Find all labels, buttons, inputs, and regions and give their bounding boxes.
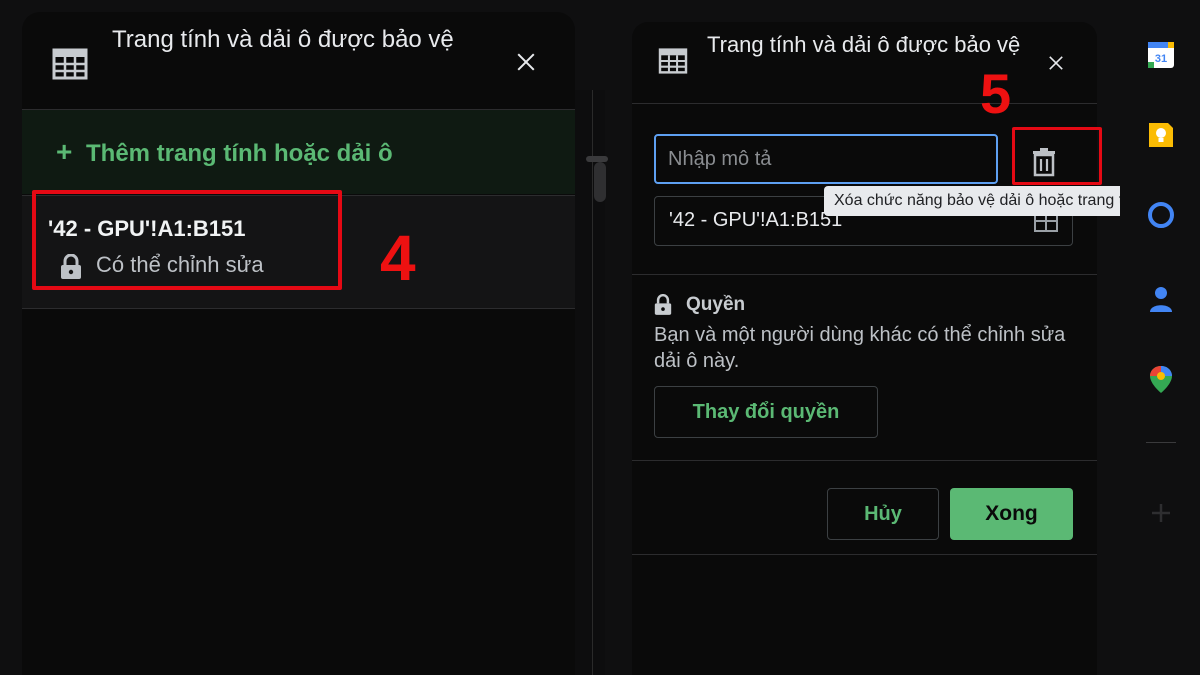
- header-divider: [632, 103, 1097, 104]
- step-number-5: 5: [980, 62, 1012, 125]
- table-icon: [658, 48, 688, 74]
- panel-title: Trang tính và dải ô được bảo vệ: [707, 32, 1021, 57]
- permissions-heading: Quyền: [686, 294, 746, 315]
- table-icon: [52, 48, 88, 80]
- range-value: '42 - GPU'!A1:B151: [669, 209, 843, 231]
- step-number-4: 4: [380, 222, 416, 294]
- divider: [22, 308, 575, 309]
- divider: [632, 460, 1097, 461]
- tasks-icon[interactable]: [1146, 200, 1176, 230]
- grid-line: [592, 90, 593, 675]
- add-sheet-or-range-button[interactable]: + Thêm trang tính hoặc dải ô: [22, 110, 575, 194]
- protected-ranges-panel-edit: Trang tính và dải ô được bảo vệ '42 - GP…: [632, 22, 1156, 675]
- change-permissions-button[interactable]: Thay đổi quyền: [654, 386, 878, 438]
- maps-icon[interactable]: [1146, 364, 1176, 394]
- column-handle[interactable]: [586, 156, 608, 162]
- contacts-icon[interactable]: [1146, 284, 1176, 314]
- calendar-icon[interactable]: 31: [1146, 40, 1176, 70]
- close-icon[interactable]: [1045, 52, 1067, 74]
- rail-divider: [1146, 442, 1176, 443]
- panel-title: Trang tính và dải ô được bảo vệ: [112, 26, 454, 53]
- plus-icon: +: [56, 136, 73, 167]
- scrollbar[interactable]: [594, 162, 606, 202]
- permissions-description: Bạn và một người dùng khác có thể chỉnh …: [654, 324, 1066, 372]
- cancel-button[interactable]: Hủy: [827, 488, 939, 540]
- done-button[interactable]: Xong: [950, 488, 1073, 540]
- description-input[interactable]: [654, 134, 998, 184]
- highlight-box-step-4: [32, 190, 342, 290]
- divider: [632, 274, 1097, 275]
- close-icon[interactable]: [512, 48, 540, 76]
- lock-icon: [654, 294, 672, 315]
- delete-tooltip: Xóa chức năng bảo vệ dải ô hoặc trang tí…: [824, 186, 1156, 216]
- keep-icon[interactable]: [1146, 120, 1176, 150]
- protected-ranges-panel-list: Trang tính và dải ô được bảo vệ + Thêm t…: [22, 12, 575, 675]
- side-panel-rail: 31: [1120, 0, 1200, 675]
- add-sheet-or-range-label: Thêm trang tính hoặc dải ô: [86, 140, 393, 167]
- divider: [632, 554, 1097, 555]
- add-icon[interactable]: [1146, 498, 1176, 528]
- svg-text:31: 31: [1155, 53, 1167, 65]
- highlight-box-step-5: [1012, 127, 1102, 185]
